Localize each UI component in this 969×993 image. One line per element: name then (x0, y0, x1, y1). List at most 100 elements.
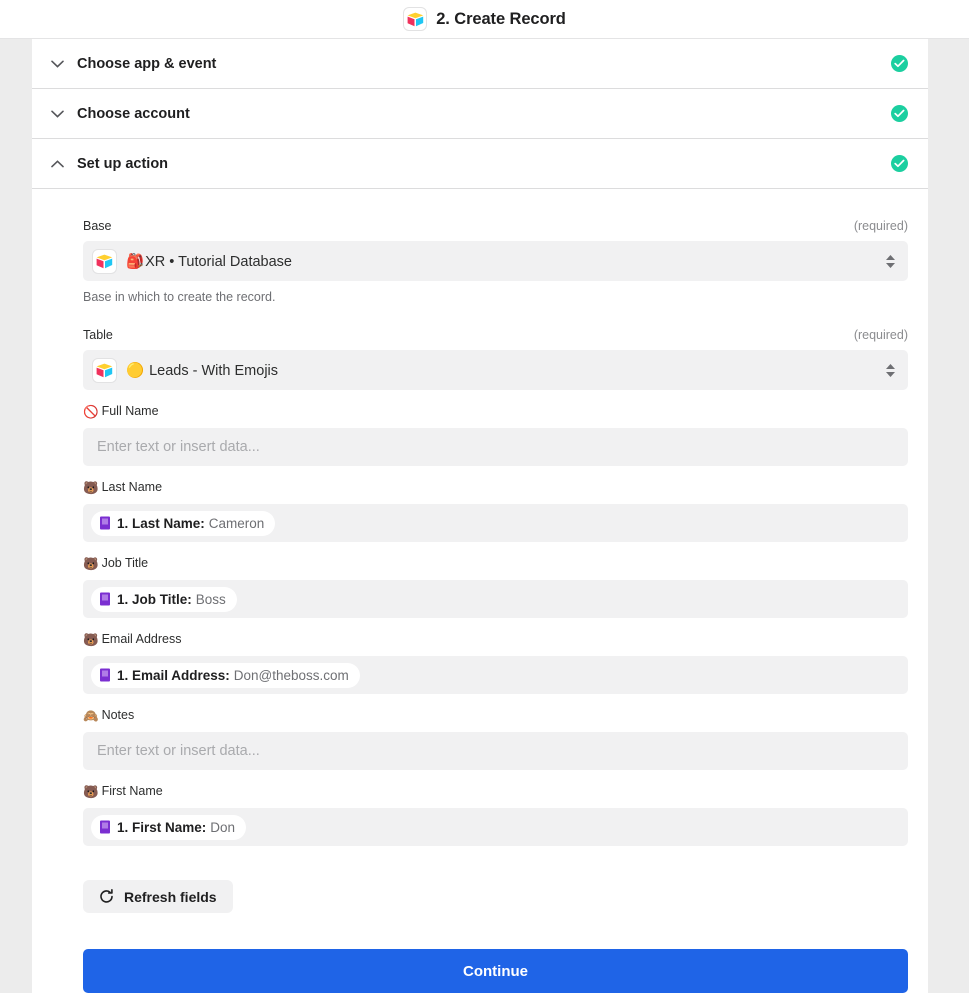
section-choose-account[interactable]: Choose account (32, 89, 928, 139)
base-selected-value: 🎒XR • Tutorial Database (126, 253, 875, 270)
token-key: 1. Job Title: (117, 592, 192, 607)
field-label: Table (83, 328, 113, 342)
token-value: Don (210, 820, 235, 835)
input-placeholder: Enter text or insert data... (97, 439, 260, 455)
document-icon (99, 668, 111, 682)
field-label: 🐻Email Address (83, 632, 181, 648)
token-value: Boss (196, 592, 226, 607)
base-select[interactable]: 🎒XR • Tutorial Database (83, 241, 908, 281)
section-choose-app-event[interactable]: Choose app & event (32, 39, 928, 89)
field-label-text: Full Name (102, 404, 159, 418)
chevron-down-icon (46, 110, 68, 118)
table-selected-value: 🟡 Leads - With Emojis (126, 362, 875, 379)
field-label-text: Email Address (102, 632, 182, 646)
token-value: Cameron (209, 516, 265, 531)
bear-face-icon: 🐻 (83, 557, 99, 572)
base-value-text: XR • Tutorial Database (145, 254, 292, 270)
notes-input[interactable]: Enter text or insert data... (83, 732, 908, 770)
section-title: Set up action (77, 156, 891, 172)
field-label-row: 🐻Email Address (83, 632, 908, 648)
spacer (83, 390, 908, 404)
base-emoji: 🎒 (126, 254, 144, 270)
data-token[interactable]: 1. First Name: Don (91, 815, 246, 840)
section-title: Choose account (77, 106, 891, 122)
field-label-row: 🐻Last Name (83, 480, 908, 496)
refresh-fields-button[interactable]: Refresh fields (83, 880, 233, 913)
document-icon (99, 820, 111, 834)
action-step-panel: Choose app & event Choose account Set up… (32, 39, 928, 993)
required-note: (required) (854, 328, 908, 342)
continue-button[interactable]: Continue (83, 949, 908, 993)
airtable-icon (403, 7, 427, 31)
field-label-text: Notes (102, 708, 135, 722)
job-title-input[interactable]: 1. Job Title: Boss (83, 580, 908, 618)
token-value: Don@theboss.com (234, 668, 349, 683)
field-label: 🐻Job Title (83, 556, 148, 572)
refresh-fields-label: Refresh fields (124, 889, 217, 905)
spacer (83, 466, 908, 480)
airtable-icon (92, 249, 117, 274)
field-label: 🐻First Name (83, 784, 163, 800)
refresh-icon (99, 889, 114, 904)
field-label-row: 🚫Full Name (83, 404, 908, 420)
field-full-name: 🚫Full Name Enter text or insert data... (83, 404, 908, 466)
prohibited-icon: 🚫 (83, 405, 99, 420)
bear-face-icon: 🐻 (83, 633, 99, 648)
field-first-name: 🐻First Name 1. First Name: Don (83, 784, 908, 846)
window-header: 2. Create Record (0, 0, 969, 39)
data-token[interactable]: 1. Job Title: Boss (91, 587, 237, 612)
chevron-down-icon (46, 60, 68, 68)
token-key: 1. First Name: (117, 820, 206, 835)
status-complete-icon (891, 105, 908, 122)
field-email-address: 🐻Email Address 1. Email Address: Don@the… (83, 632, 908, 694)
first-name-input[interactable]: 1. First Name: Don (83, 808, 908, 846)
data-token[interactable]: 1. Last Name: Cameron (91, 511, 275, 536)
status-complete-icon (891, 55, 908, 72)
field-label: Base (83, 219, 112, 233)
spacer (83, 542, 908, 556)
base-help-text: Base in which to create the record. (83, 290, 908, 304)
full-name-input[interactable]: Enter text or insert data... (83, 428, 908, 466)
section-set-up-action[interactable]: Set up action (32, 139, 928, 189)
data-token[interactable]: 1. Email Address: Don@theboss.com (91, 663, 360, 688)
bear-face-icon: 🐻 (83, 785, 99, 800)
airtable-icon (92, 358, 117, 383)
field-label-row: Table (required) (83, 328, 908, 342)
stepper-arrows-icon[interactable] (884, 364, 896, 377)
spacer (83, 770, 908, 784)
field-label-row: 🐻First Name (83, 784, 908, 800)
section-title: Choose app & event (77, 56, 891, 72)
status-complete-icon (891, 155, 908, 172)
field-job-title: 🐻Job Title 1. Job Title: Boss (83, 556, 908, 618)
field-label-row: Base (required) (83, 219, 908, 233)
token-key: 1. Last Name: (117, 516, 205, 531)
required-note: (required) (854, 219, 908, 233)
spacer (83, 304, 908, 328)
table-emoji: 🟡 (126, 363, 144, 379)
field-base: Base (required) 🎒XR • Tutorial Database (83, 219, 908, 304)
field-label-text: First Name (102, 784, 163, 798)
last-name-input[interactable]: 1. Last Name: Cameron (83, 504, 908, 542)
field-last-name: 🐻Last Name 1. Last Name: Cameron (83, 480, 908, 542)
stepper-arrows-icon[interactable] (884, 255, 896, 268)
bear-face-icon: 🐻 (83, 481, 99, 496)
field-label-row: 🐻Job Title (83, 556, 908, 572)
field-label: 🚫Full Name (83, 404, 159, 420)
see-no-evil-monkey-icon: 🙈 (83, 709, 99, 724)
field-notes: 🙈Notes Enter text or insert data... (83, 708, 908, 770)
field-label-text: Last Name (102, 480, 162, 494)
email-address-input[interactable]: 1. Email Address: Don@theboss.com (83, 656, 908, 694)
input-placeholder: Enter text or insert data... (97, 743, 260, 759)
document-icon (99, 516, 111, 530)
table-select[interactable]: 🟡 Leads - With Emojis (83, 350, 908, 390)
chevron-up-icon (46, 160, 68, 168)
field-label-text: Job Title (102, 556, 149, 570)
table-value-text: Leads - With Emojis (149, 363, 278, 379)
field-label: 🐻Last Name (83, 480, 162, 496)
token-key: 1. Email Address: (117, 668, 230, 683)
document-icon (99, 592, 111, 606)
page-title: 2. Create Record (436, 10, 566, 29)
spacer (83, 618, 908, 632)
continue-label: Continue (463, 963, 528, 980)
field-label: 🙈Notes (83, 708, 134, 724)
